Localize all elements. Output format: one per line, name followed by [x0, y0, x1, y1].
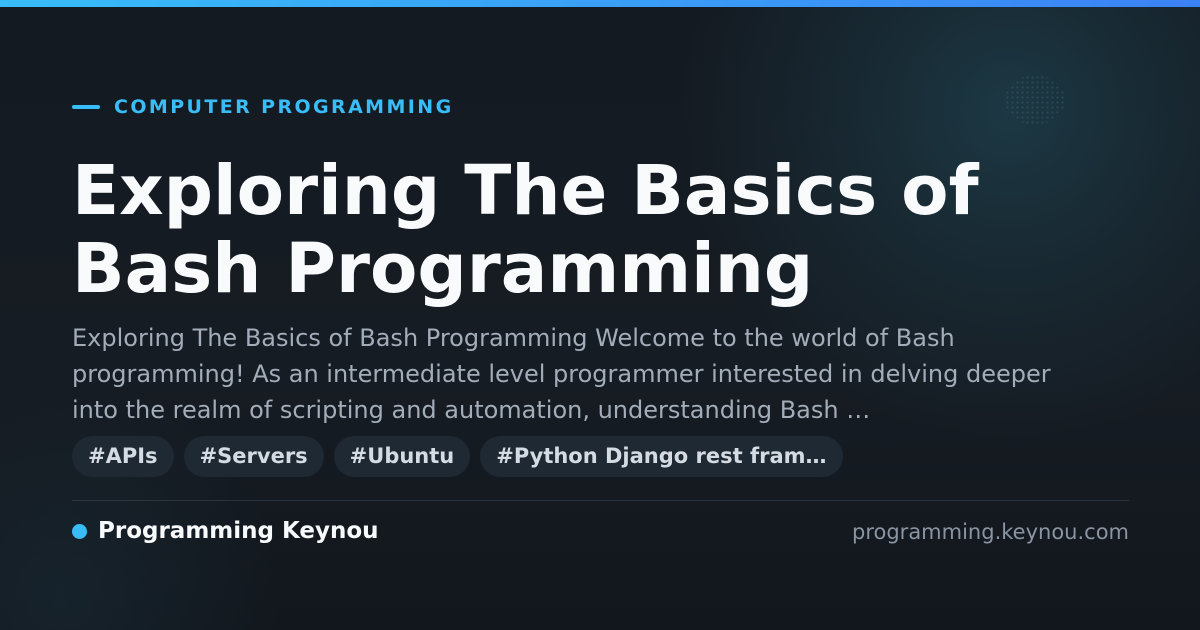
- tag-servers[interactable]: #Servers: [183, 436, 324, 477]
- footer-divider: [72, 500, 1129, 501]
- category-dash-icon: [72, 105, 100, 109]
- dot-pattern-decoration: [1005, 75, 1065, 125]
- brand: Programming Keynou: [72, 518, 379, 544]
- brand-dot-icon: [72, 523, 87, 539]
- tag-list: #APIs #Servers #Ubuntu #Python Django re…: [72, 436, 843, 477]
- article-title: Exploring The Basics of Bash Programming: [72, 152, 1132, 308]
- category-label: COMPUTER PROGRAMMING: [72, 96, 454, 118]
- article-excerpt: Exploring The Basics of Bash Programming…: [72, 324, 1051, 424]
- tag-ubuntu[interactable]: #Ubuntu: [333, 436, 471, 477]
- title-line-1: Exploring The Basics of: [72, 151, 979, 231]
- top-accent-bar: [0, 0, 1200, 7]
- title-line-2: Bash Programming: [72, 229, 814, 309]
- site-domain: programming.keynou.com: [852, 520, 1129, 544]
- brand-name: Programming Keynou: [98, 518, 379, 544]
- tag-apis[interactable]: #APIs: [72, 436, 174, 477]
- category-text: COMPUTER PROGRAMMING: [114, 96, 454, 118]
- tag-python-django[interactable]: #Python Django rest fram…: [480, 436, 843, 477]
